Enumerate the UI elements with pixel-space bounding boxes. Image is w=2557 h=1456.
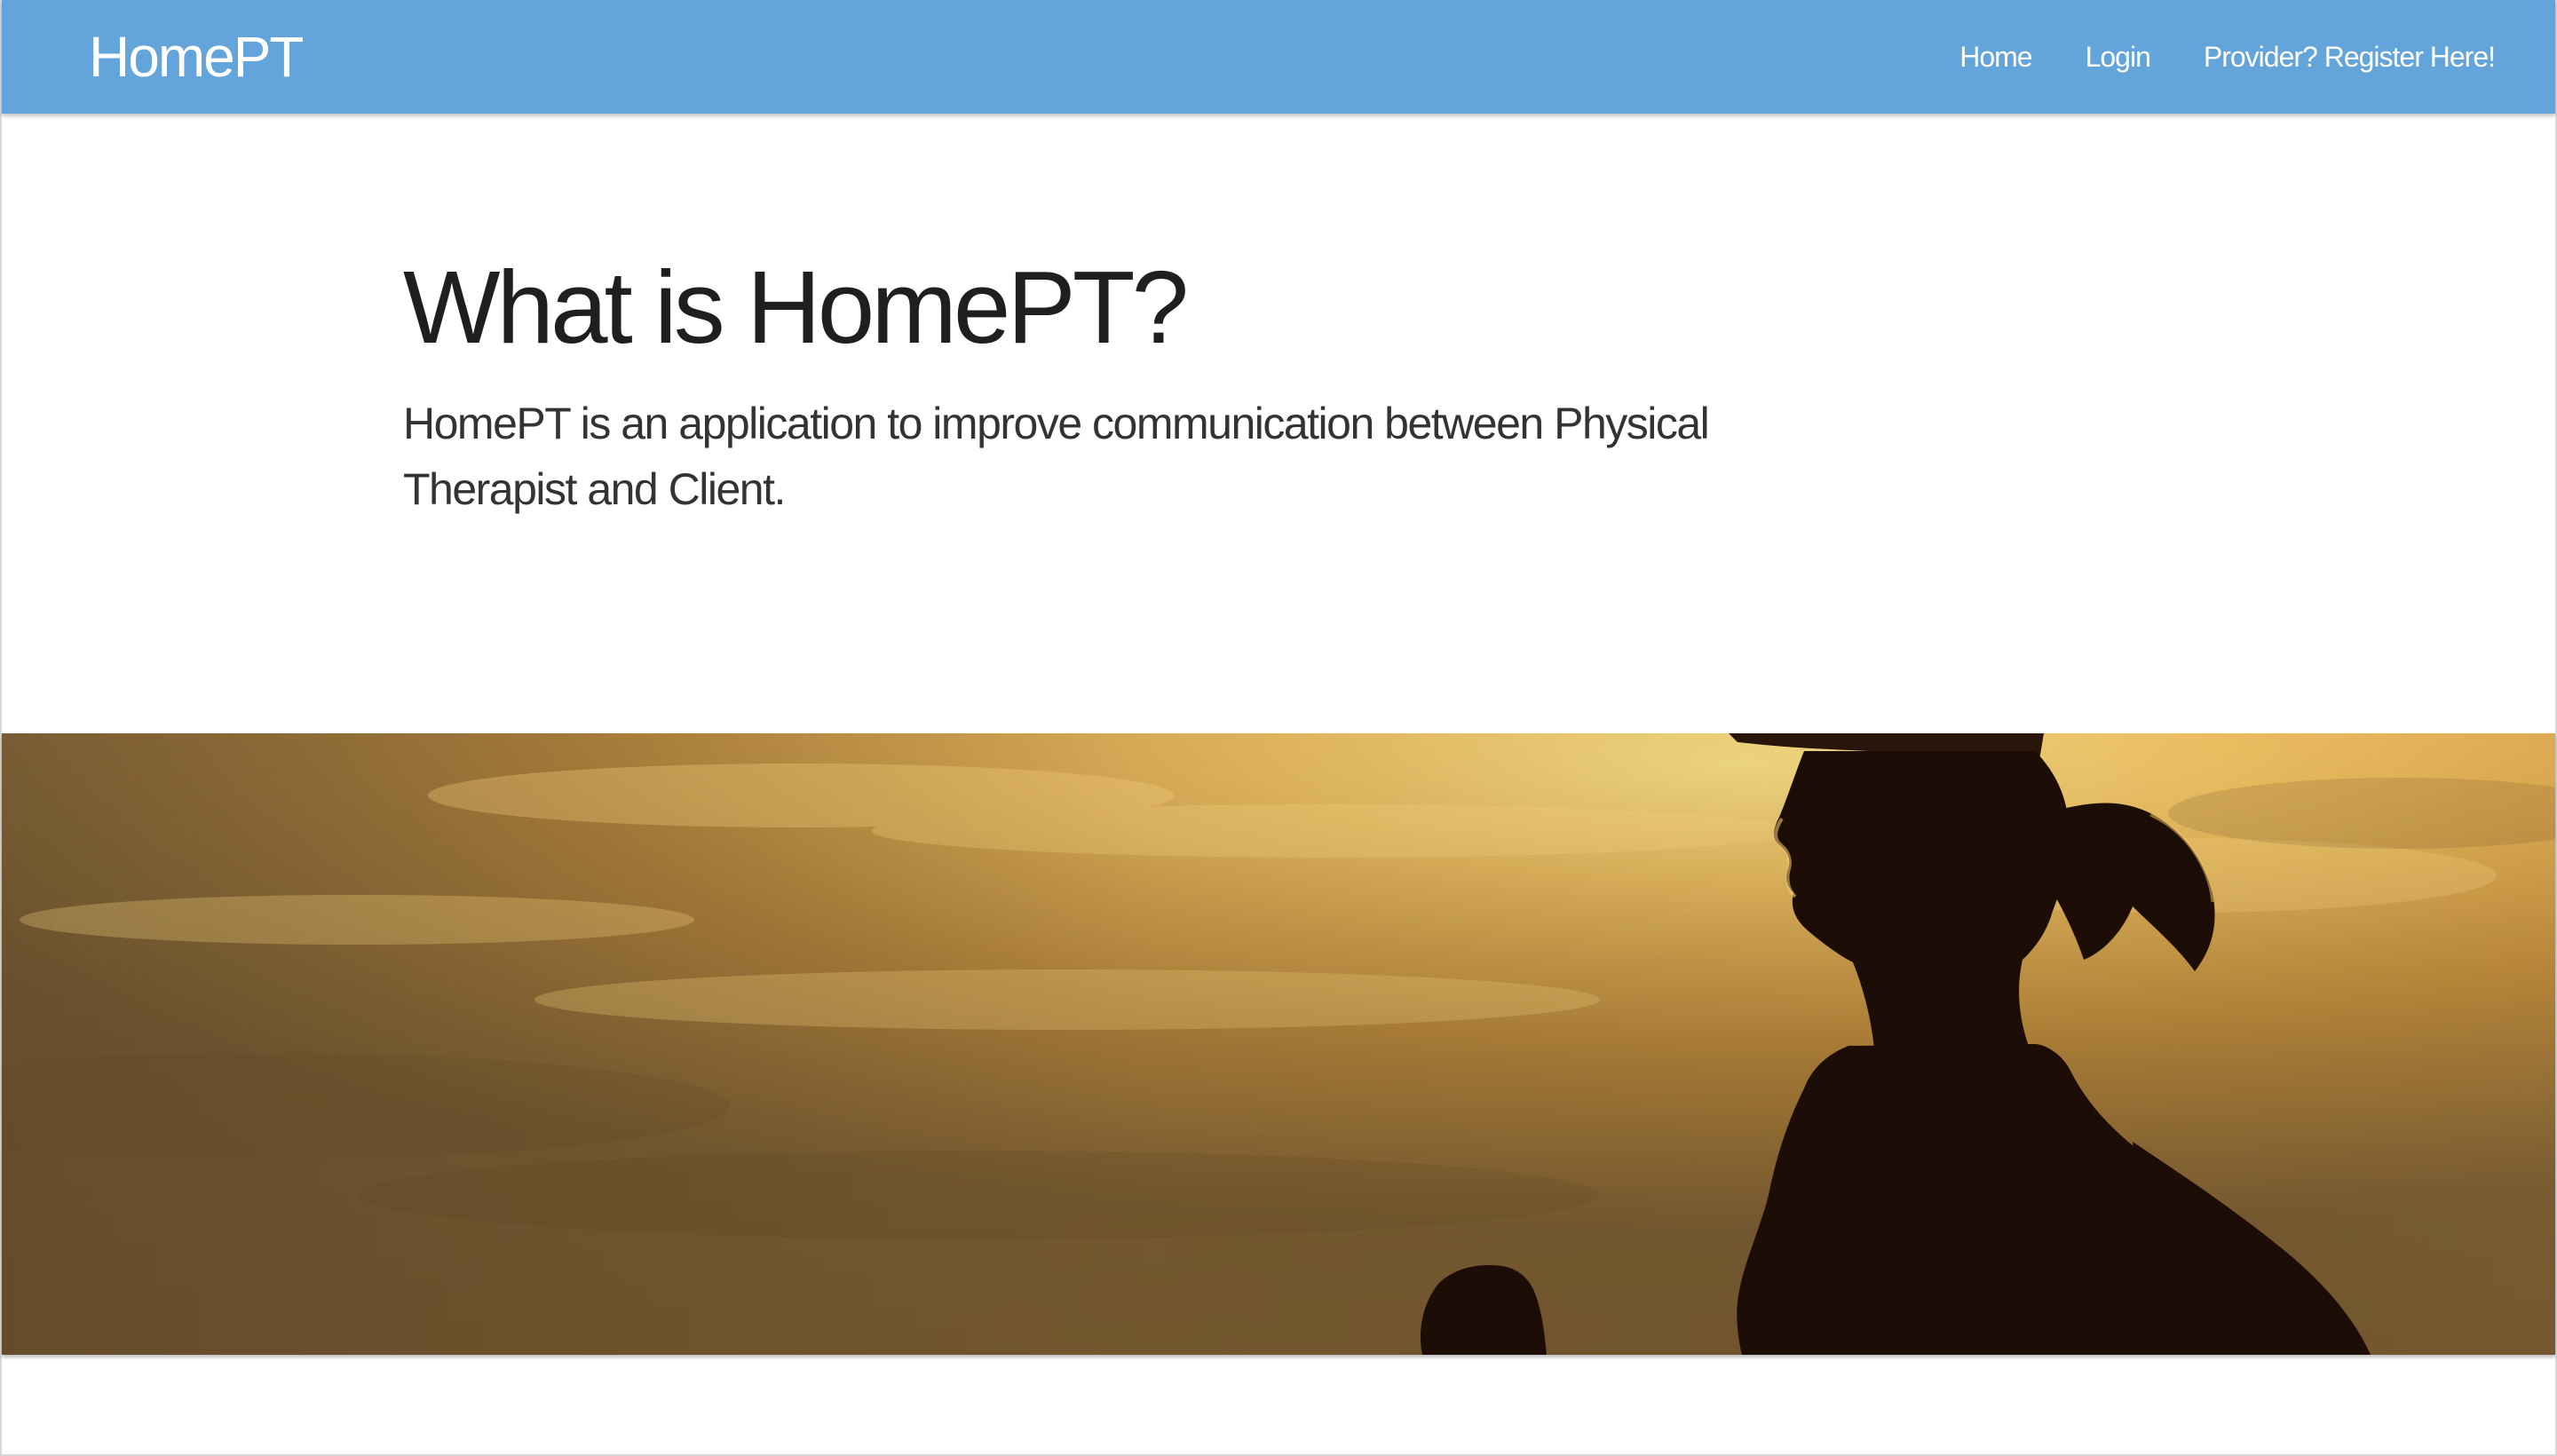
intro-section: What is HomePT? HomePT is an application… [403,249,1895,522]
nav-link-provider-register[interactable]: Provider? Register Here! [2204,39,2496,75]
page-title: What is HomePT? [403,249,1189,365]
nav-link-login[interactable]: Login [2086,39,2151,75]
intro-description: HomePT is an application to improve comm… [403,399,1710,514]
page: HomePT Home Login Provider? Register Her… [0,0,2557,1456]
hero-banner [2,733,2555,1355]
nav-links: Home Login Provider? Register Here! [1959,39,2496,75]
hero-image-runner-silhouette [2,733,2555,1355]
nav-link-home[interactable]: Home [1959,39,2032,75]
top-navbar: HomePT Home Login Provider? Register Her… [2,0,2555,114]
brand-logo-link[interactable]: HomePT [89,25,304,89]
